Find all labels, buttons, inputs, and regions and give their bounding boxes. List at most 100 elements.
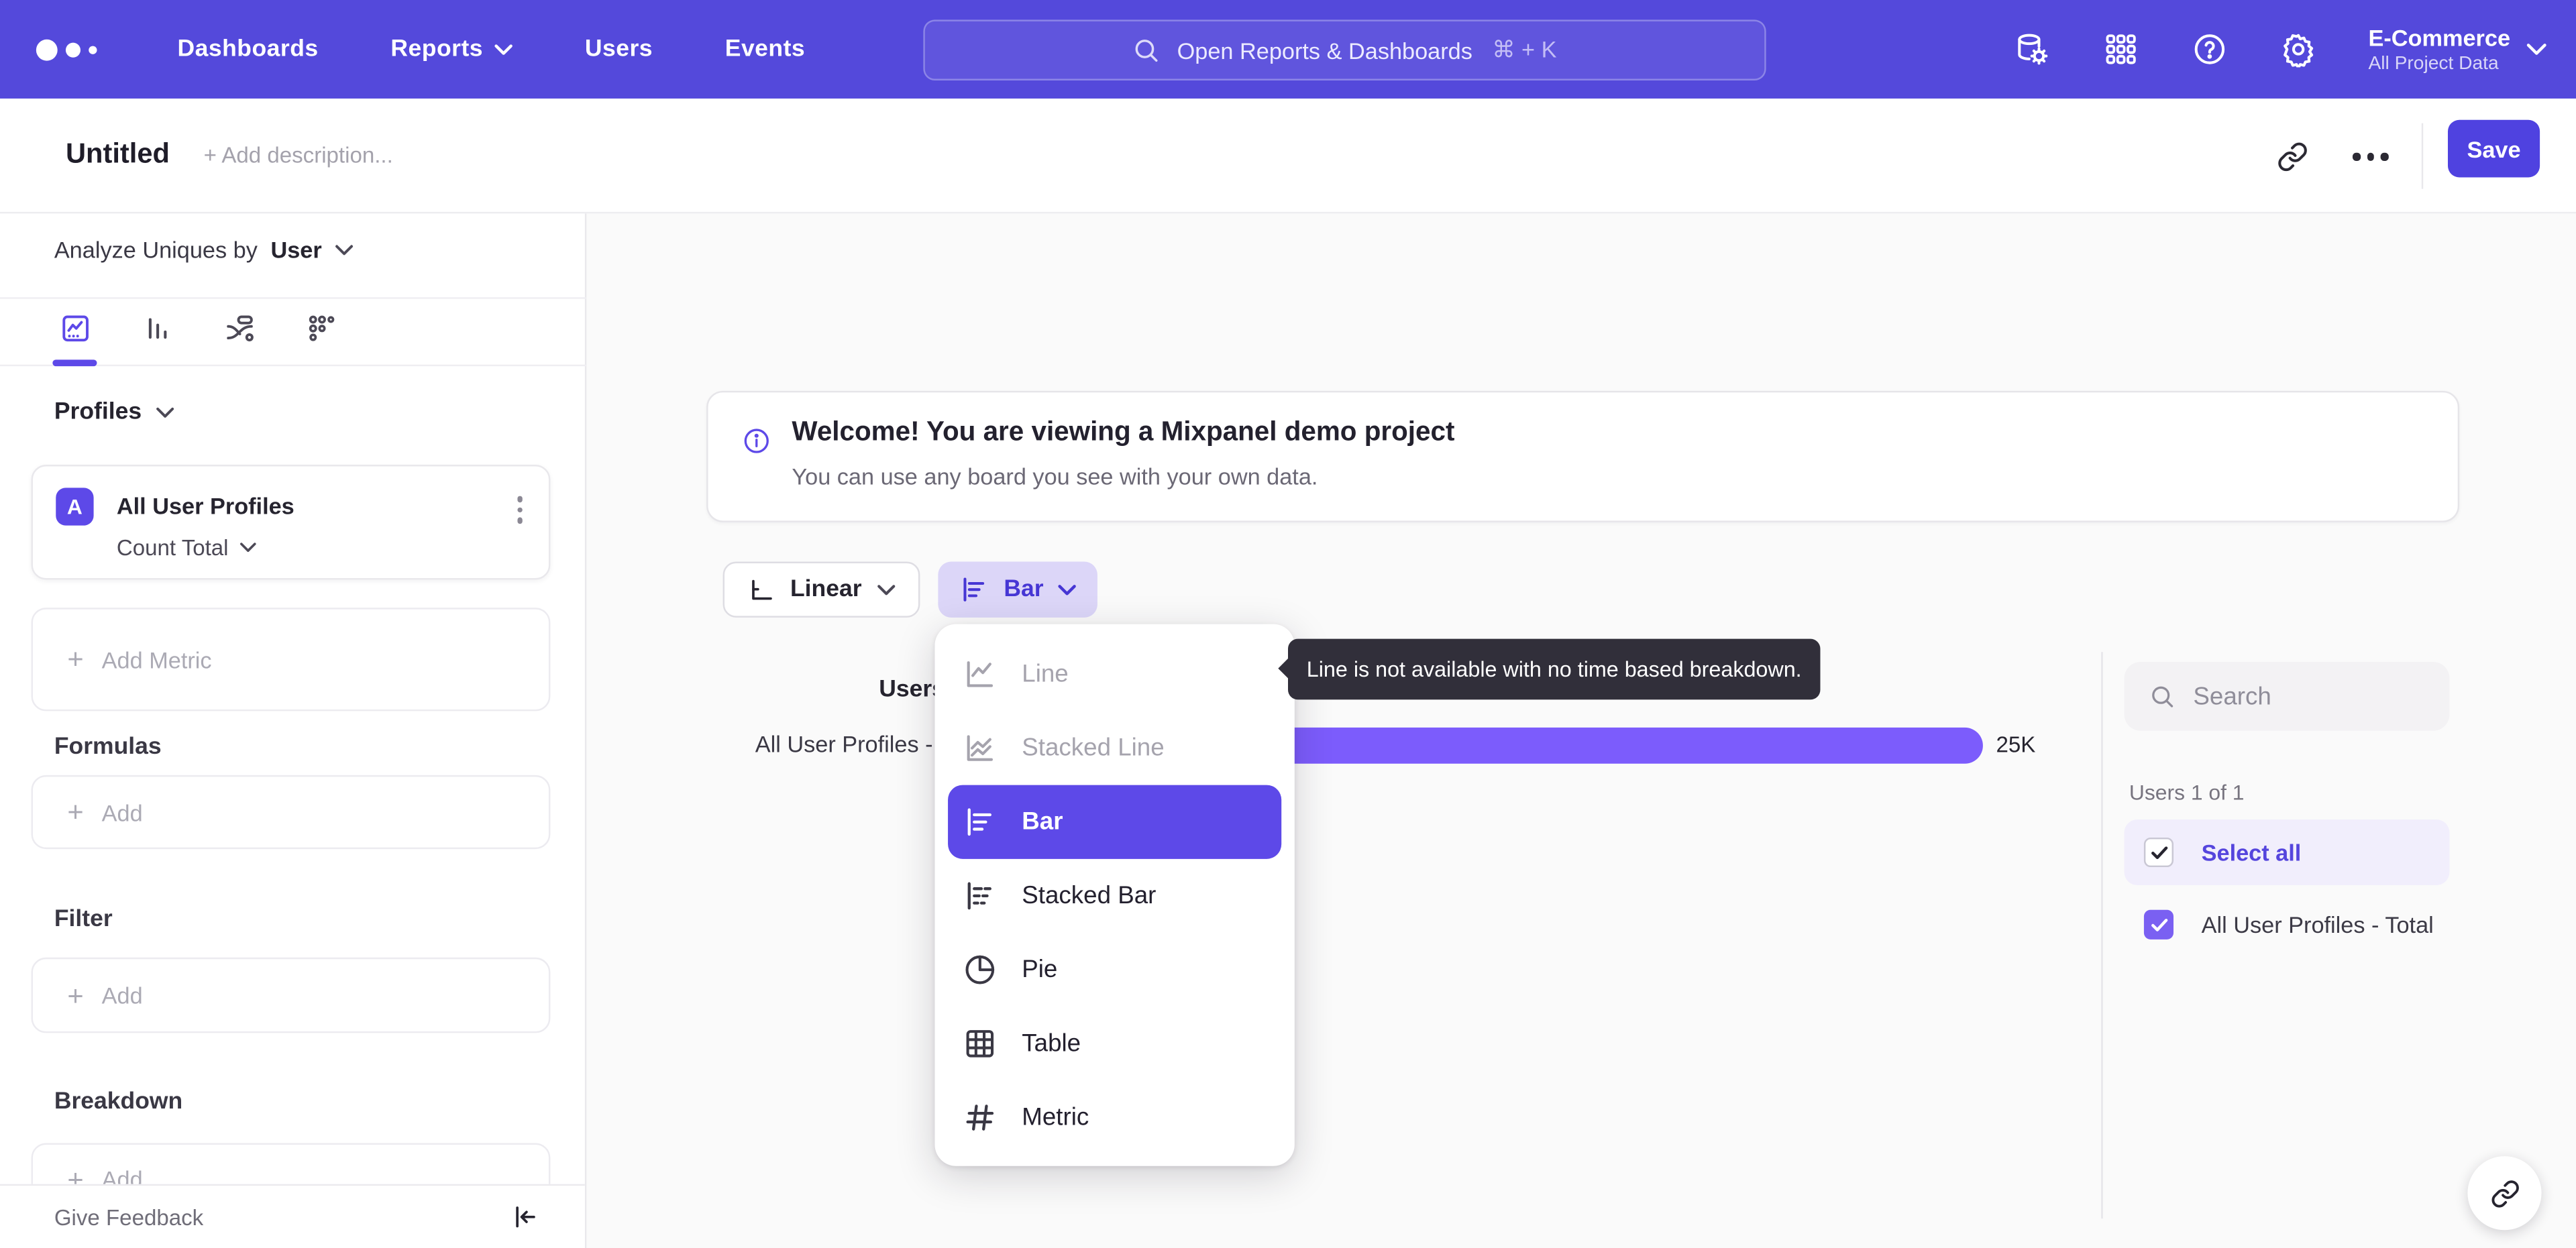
horizontal-bar-chart-icon <box>967 808 991 836</box>
chevron-down-icon[interactable] <box>335 244 353 256</box>
check-icon <box>2150 846 2167 858</box>
formulas-section-label: Formulas <box>54 734 162 760</box>
legend-item-row[interactable]: All User Profiles - Total <box>2125 895 2469 954</box>
hash-icon <box>966 1104 994 1131</box>
help-icon[interactable] <box>2191 32 2227 68</box>
chevron-down-icon <box>156 406 174 417</box>
banner-subtitle: You can use any board you see with your … <box>792 463 1318 490</box>
tab-funnels-icon[interactable] <box>142 312 174 345</box>
nav-item-events[interactable]: Events <box>725 36 805 62</box>
tab-insights-icon[interactable] <box>59 312 92 345</box>
nav-item-dashboards[interactable]: Dashboards <box>177 36 318 62</box>
add-label: Add <box>101 982 143 1009</box>
horizontal-bar-chart-icon <box>963 577 985 602</box>
share-link-fab[interactable] <box>2467 1156 2542 1231</box>
divider <box>2421 123 2424 189</box>
more-options-button[interactable] <box>2352 152 2388 160</box>
profiles-section-toggle[interactable]: Profiles <box>54 399 174 425</box>
menu-item-label: Bar <box>1022 807 1063 836</box>
menu-item-table[interactable]: Table <box>934 1007 1294 1080</box>
report-type-tabs <box>0 299 587 367</box>
analyze-uniques-control: Analyze Uniques by User <box>54 237 353 263</box>
settings-gear-icon[interactable] <box>2279 32 2316 68</box>
search-placeholder: Search <box>2193 682 2271 711</box>
save-button[interactable]: Save <box>2447 119 2540 178</box>
plus-icon: + <box>67 644 84 675</box>
nav-item-reports[interactable]: Reports <box>390 36 513 62</box>
copy-link-icon[interactable] <box>2277 141 2308 173</box>
add-label: Add <box>101 799 143 826</box>
menu-item-bar[interactable]: Bar <box>948 785 1282 859</box>
sidebar-footer: Give Feedback <box>0 1184 585 1248</box>
aggregation-dropdown[interactable]: Count Total <box>117 535 256 560</box>
select-all-checkbox[interactable] <box>2143 837 2174 868</box>
menu-item-metric[interactable]: Metric <box>934 1080 1294 1154</box>
chart-bar-value: 25K <box>1996 732 2036 757</box>
nav-menu: Dashboards Reports Users Events <box>177 36 805 62</box>
profiles-label: Profiles <box>54 399 142 426</box>
search-placeholder: Open Reports & Dashboards <box>1177 37 1472 64</box>
add-metric-button[interactable]: + Add Metric <box>31 608 551 712</box>
analyze-value-dropdown[interactable]: User <box>270 237 321 263</box>
search-shortcut: ⌘ + K <box>1492 36 1557 63</box>
top-nav: Dashboards Reports Users Events Open Rep… <box>0 0 2576 99</box>
menu-item-stacked-bar[interactable]: Stacked Bar <box>934 859 1294 933</box>
tooltip-text: Line is not available with no time based… <box>1306 657 1802 682</box>
check-icon <box>2150 917 2167 931</box>
disabled-option-tooltip: Line is not available with no time based… <box>1278 638 1821 700</box>
menu-item-stacked-line: Stacked Line <box>934 711 1294 785</box>
pie-chart-icon <box>965 955 995 984</box>
legend-search-input[interactable]: Search <box>2124 661 2450 731</box>
nav-right-cluster: E-Commerce All Project Data <box>2014 0 2576 99</box>
plus-icon: + <box>67 979 84 1011</box>
chevron-down-icon <box>876 583 895 595</box>
data-management-icon[interactable] <box>2014 32 2050 68</box>
collapse-sidebar-icon[interactable] <box>509 1202 539 1232</box>
menu-item-line: Line <box>934 637 1294 711</box>
report-title[interactable]: Untitled <box>66 138 170 171</box>
tab-flows-icon[interactable] <box>223 312 256 345</box>
add-metric-label: Add Metric <box>101 646 212 673</box>
select-all-row[interactable]: Select all <box>2124 819 2450 886</box>
divider <box>2101 652 2103 1219</box>
nav-label: Events <box>724 36 806 63</box>
nav-item-users[interactable]: Users <box>585 36 653 62</box>
select-all-label: Select all <box>2201 839 2302 866</box>
aggregation-label: Count Total <box>116 535 229 561</box>
add-formula-button[interactable]: + Add <box>31 775 551 850</box>
chart-type-label: Bar <box>1004 576 1044 603</box>
scale-selector-button[interactable]: Linear <box>722 561 920 618</box>
search-icon <box>2152 686 2174 707</box>
tab-retention-icon[interactable] <box>306 312 339 345</box>
menu-item-label: Stacked Bar <box>1022 882 1157 910</box>
chevron-down-icon <box>2526 44 2546 55</box>
add-description-button[interactable]: + Add description... <box>204 143 393 168</box>
active-tab-indicator <box>52 359 97 365</box>
give-feedback-link[interactable]: Give Feedback <box>54 1206 203 1231</box>
project-selector[interactable]: E-Commerce All Project Data <box>2369 24 2546 75</box>
add-filter-button[interactable]: + Add <box>31 957 551 1033</box>
chevron-down-icon <box>494 44 513 54</box>
menu-item-label: Line <box>1022 660 1069 689</box>
series-checkbox[interactable] <box>2143 909 2174 940</box>
chart-type-button[interactable]: Bar <box>938 561 1098 618</box>
breakdown-section-label: Breakdown <box>54 1088 183 1115</box>
legend-item-label: All User Profiles - Total <box>2201 911 2434 938</box>
menu-item-label: Stacked Line <box>1022 734 1165 762</box>
stacked-line-chart-icon <box>967 735 993 761</box>
plus-icon: + <box>67 796 84 828</box>
mixpanel-logo-icon[interactable] <box>36 38 112 60</box>
chart-type-dropdown-menu: Line Stacked Line Bar Stacked Bar Pie Ta… <box>934 624 1295 1166</box>
chevron-down-icon <box>1058 583 1077 595</box>
metric-name: All User Profiles <box>116 492 294 519</box>
chevron-down-icon <box>240 543 256 552</box>
metric-kebab-menu[interactable] <box>513 493 525 526</box>
banner-title: Welcome! You are viewing a Mixpanel demo… <box>792 417 1455 447</box>
menu-item-pie[interactable]: Pie <box>934 933 1294 1007</box>
nav-label: Users <box>584 36 653 63</box>
apps-grid-icon[interactable] <box>2102 32 2139 68</box>
metric-card-all-user-profiles[interactable]: A All User Profiles Count Total <box>31 465 551 580</box>
nav-label: Dashboards <box>177 36 319 63</box>
menu-item-label: Metric <box>1022 1103 1089 1132</box>
global-search-button[interactable]: Open Reports & Dashboards ⌘ + K <box>923 19 1766 81</box>
